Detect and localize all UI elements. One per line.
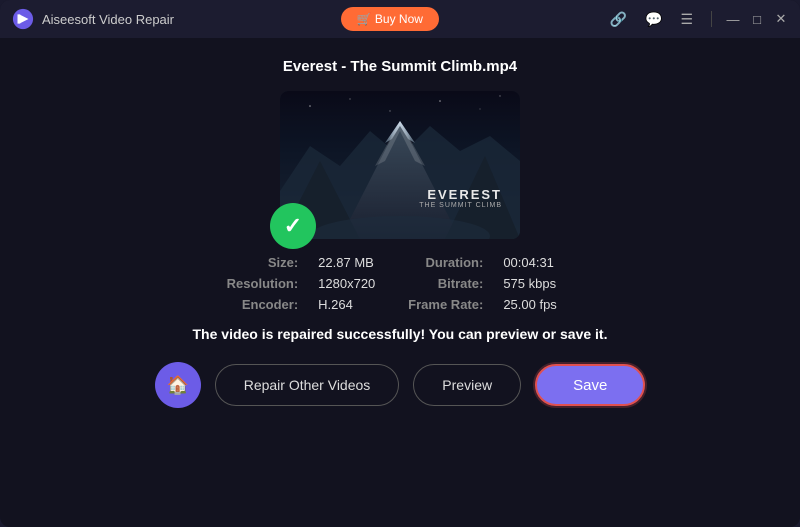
- framerate-value: 25.00 fps: [503, 297, 573, 312]
- everest-text-overlay: EVEREST The Summit Climb: [419, 187, 502, 209]
- main-content: Everest - The Summit Climb.mp4: [0, 38, 800, 527]
- success-message: The video is repaired successfully! You …: [193, 326, 608, 342]
- maximize-button[interactable]: □: [750, 12, 764, 26]
- repair-other-videos-button[interactable]: Repair Other Videos: [215, 364, 400, 406]
- app-title: Aiseesoft Video Repair: [42, 12, 174, 27]
- minimize-button[interactable]: —: [726, 12, 740, 26]
- thumbnail-wrapper: EVEREST The Summit Climb: [280, 91, 520, 239]
- video-thumbnail: EVEREST The Summit Climb: [280, 91, 520, 239]
- encoder-label: Encoder:: [227, 297, 299, 312]
- close-button[interactable]: ✕: [774, 12, 788, 26]
- link-icon[interactable]: 🔗: [606, 9, 631, 30]
- success-badge: [270, 203, 316, 249]
- resolution-value: 1280x720: [318, 276, 388, 291]
- duration-value: 00:04:31: [503, 255, 573, 270]
- everest-title: EVEREST: [419, 187, 502, 202]
- chat-icon[interactable]: 💬: [641, 9, 666, 30]
- resolution-label: Resolution:: [227, 276, 299, 291]
- encoder-value: H.264: [318, 297, 388, 312]
- bitrate-label: Bitrate:: [408, 276, 483, 291]
- framerate-label: Frame Rate:: [408, 297, 483, 312]
- actions-bar: 🏠 Repair Other Videos Preview Save: [155, 362, 646, 408]
- bitrate-value: 575 kbps: [503, 276, 573, 291]
- titlebar-right: 🔗 💬 ☰ — □ ✕: [606, 9, 788, 30]
- duration-label: Duration:: [408, 255, 483, 270]
- home-button[interactable]: 🏠: [155, 362, 201, 408]
- titlebar-left: Aiseesoft Video Repair: [12, 8, 174, 30]
- mountain-scene: [280, 91, 520, 239]
- app-window: Aiseesoft Video Repair 🛒 Buy Now 🔗 💬 ☰ —…: [0, 0, 800, 527]
- buy-now-button[interactable]: 🛒 Buy Now: [341, 7, 439, 31]
- titlebar-center: 🛒 Buy Now: [174, 7, 606, 31]
- size-value: 22.87 MB: [318, 255, 388, 270]
- everest-subtitle: The Summit Climb: [419, 202, 502, 209]
- home-icon: 🏠: [166, 375, 188, 396]
- app-logo: [12, 8, 34, 30]
- menu-icon[interactable]: ☰: [676, 9, 697, 30]
- video-info-grid: Size: 22.87 MB Duration: 00:04:31 Resolu…: [227, 255, 574, 312]
- titlebar: Aiseesoft Video Repair 🛒 Buy Now 🔗 💬 ☰ —…: [0, 0, 800, 38]
- save-button[interactable]: Save: [535, 364, 645, 406]
- video-filename: Everest - The Summit Climb.mp4: [283, 58, 517, 75]
- preview-button[interactable]: Preview: [413, 364, 521, 406]
- size-label: Size:: [227, 255, 299, 270]
- titlebar-separator: [711, 11, 712, 27]
